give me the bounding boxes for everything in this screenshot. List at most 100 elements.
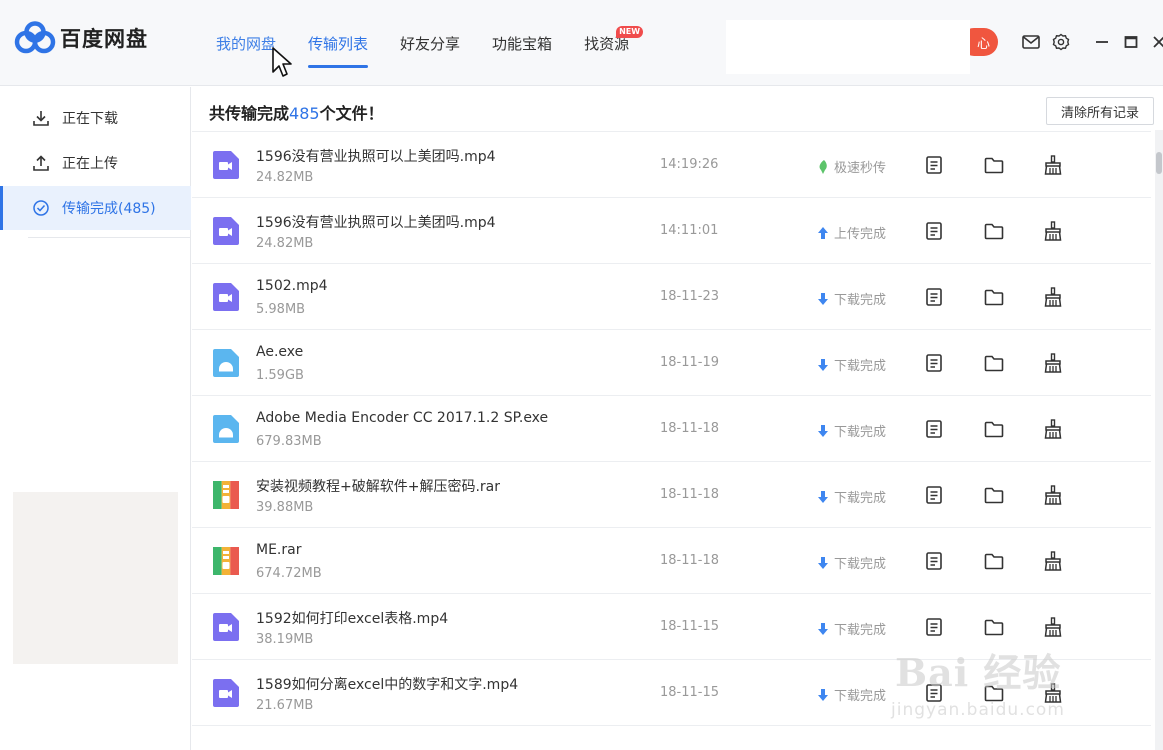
- file-time: 18-11-18: [660, 487, 720, 502]
- tab-label: 功能宝箱: [492, 34, 553, 53]
- clear-record-icon[interactable]: [1042, 418, 1064, 440]
- file-size: 24.82MB: [256, 170, 314, 185]
- file-time: 18-11-15: [660, 619, 720, 634]
- tab-transfer-list[interactable]: 传输列表: [292, 0, 384, 86]
- file-detail-icon[interactable]: [923, 286, 945, 308]
- file-detail-icon[interactable]: [923, 154, 945, 176]
- file-size: 5.98MB: [256, 302, 306, 317]
- file-name[interactable]: Adobe Media Encoder CC 2017.1.2 SP.exe: [256, 410, 548, 426]
- status-label: 下载完成: [834, 689, 887, 704]
- transfer-status: 下载完成: [816, 685, 886, 704]
- redacted-area: [726, 20, 970, 74]
- file-time: 14:11:01: [660, 223, 719, 238]
- file-name[interactable]: 1596没有营业执照可以上美团吗.mp4: [256, 146, 496, 166]
- tab-label: 传输列表: [308, 34, 369, 53]
- clear-record-icon[interactable]: [1042, 220, 1064, 242]
- scrollbar-thumb[interactable]: [1156, 152, 1162, 174]
- open-folder-icon[interactable]: [983, 550, 1005, 572]
- summary-count: 485: [289, 104, 320, 123]
- open-folder-icon[interactable]: [983, 418, 1005, 440]
- file-row[interactable]: Ae.exe 1.59GB 18-11-19 下载完成: [192, 330, 1151, 396]
- status-icon: [816, 292, 830, 306]
- check-circle-icon: [32, 199, 50, 217]
- transfer-status: 下载完成: [816, 421, 886, 440]
- status-icon: [816, 556, 830, 570]
- file-detail-icon[interactable]: [923, 484, 945, 506]
- settings-icon[interactable]: [1050, 31, 1072, 53]
- watermark-brand: Bai 经验: [895, 650, 1062, 695]
- rar-file-icon: [213, 481, 239, 509]
- clear-record-icon[interactable]: [1042, 286, 1064, 308]
- new-badge: NEW: [616, 26, 644, 38]
- app-logo[interactable]: 百度网盘: [14, 20, 148, 56]
- file-name[interactable]: ME.rar: [256, 542, 301, 558]
- file-name[interactable]: Ae.exe: [256, 344, 303, 360]
- transfer-status: 下载完成: [816, 355, 886, 374]
- clear-record-icon[interactable]: [1042, 352, 1064, 374]
- file-time: 18-11-15: [660, 685, 720, 700]
- scrollbar[interactable]: [1155, 130, 1163, 750]
- file-row[interactable]: 1596没有营业执照可以上美团吗.mp4 24.82MB 14:19:26 极速秒传: [192, 132, 1151, 198]
- file-row[interactable]: Adobe Media Encoder CC 2017.1.2 SP.exe 67…: [192, 396, 1151, 462]
- transfer-status: 下载完成: [816, 289, 886, 308]
- clear-all-records-button[interactable]: 清除所有记录: [1046, 97, 1154, 125]
- clear-record-icon[interactable]: [1042, 550, 1064, 572]
- file-size: 38.19MB: [256, 632, 314, 647]
- transfer-summary: 共传输完成485个文件！: [209, 100, 384, 124]
- tab-label: 好友分享: [400, 34, 461, 53]
- mail-icon[interactable]: [1020, 31, 1042, 53]
- minimize-icon[interactable]: [1091, 31, 1113, 53]
- status-label: 下载完成: [834, 359, 887, 374]
- maximize-icon[interactable]: [1120, 31, 1142, 53]
- file-name[interactable]: 安装视频教程+破解软件+解压密码.rar: [256, 476, 500, 496]
- file-name[interactable]: 1596没有营业执照可以上美团吗.mp4: [256, 212, 496, 232]
- sidebar-item-downloading[interactable]: 正在下载: [0, 96, 191, 140]
- clear-record-icon[interactable]: [1042, 154, 1064, 176]
- status-icon: [816, 688, 830, 702]
- open-folder-icon[interactable]: [983, 484, 1005, 506]
- sidebar-item-label: 传输完成(485): [62, 201, 156, 217]
- mouse-cursor-icon: [272, 47, 292, 77]
- file-detail-icon[interactable]: [923, 352, 945, 374]
- file-detail-icon[interactable]: [923, 418, 945, 440]
- clear-record-icon[interactable]: [1042, 484, 1064, 506]
- file-size: 24.82MB: [256, 236, 314, 251]
- exe-file-icon: [213, 415, 239, 443]
- watermark: Bai 经验 jingyan.baidu.com: [885, 628, 1115, 728]
- sidebar-item-completed[interactable]: 传输完成(485): [0, 186, 191, 230]
- file-detail-icon[interactable]: [923, 550, 945, 572]
- open-folder-icon[interactable]: [983, 286, 1005, 308]
- status-icon: [816, 226, 830, 240]
- file-size: 39.88MB: [256, 500, 314, 515]
- file-row[interactable]: 1596没有营业执照可以上美团吗.mp4 24.82MB 14:11:01 上传完成: [192, 198, 1151, 264]
- tab-toolbox[interactable]: 功能宝箱: [476, 0, 568, 86]
- baidu-cloud-logo-icon: [14, 21, 56, 54]
- file-name[interactable]: 1502.mp4: [256, 278, 328, 294]
- tab-find-resources[interactable]: 找资源 NEW: [568, 0, 645, 86]
- file-detail-icon[interactable]: [923, 220, 945, 242]
- sidebar-item-uploading[interactable]: 正在上传: [0, 141, 191, 185]
- video-file-icon: [213, 679, 239, 707]
- status-icon: [816, 424, 830, 438]
- open-folder-icon[interactable]: [983, 352, 1005, 374]
- tab-friend-share[interactable]: 好友分享: [384, 0, 476, 86]
- status-label: 下载完成: [834, 425, 887, 440]
- main-nav: 我的网盘 传输列表 好友分享 功能宝箱 找资源 NEW: [200, 0, 645, 86]
- sidebar-ad-area: [13, 492, 178, 664]
- app-name: 百度网盘: [60, 27, 148, 51]
- watermark-url: jingyan.baidu.com: [891, 700, 1065, 720]
- open-folder-icon[interactable]: [983, 220, 1005, 242]
- file-time: 18-11-18: [660, 553, 720, 568]
- file-row[interactable]: 安装视频教程+破解软件+解压密码.rar 39.88MB 18-11-18 下载完成: [192, 462, 1151, 528]
- file-name[interactable]: 1589如何分离excel中的数字和文字.mp4: [256, 674, 518, 694]
- status-icon: [816, 358, 830, 372]
- status-label: 下载完成: [834, 557, 887, 572]
- sidebar-item-label: 正在下载: [62, 111, 118, 127]
- file-time: 18-11-23: [660, 289, 720, 304]
- file-row[interactable]: 1502.mp4 5.98MB 18-11-23 下载完成: [192, 264, 1151, 330]
- file-name[interactable]: 1592如何打印excel表格.mp4: [256, 608, 448, 628]
- video-file-icon: [213, 283, 239, 311]
- open-folder-icon[interactable]: [983, 154, 1005, 176]
- close-icon[interactable]: [1148, 31, 1163, 53]
- file-row[interactable]: ME.rar 674.72MB 18-11-18 下载完成: [192, 528, 1151, 594]
